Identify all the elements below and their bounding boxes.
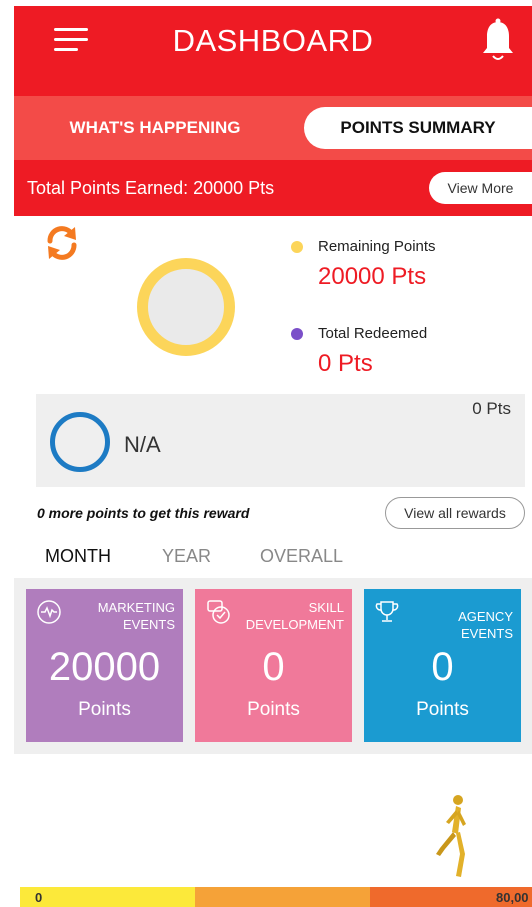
- tab-bar: WHAT'S HAPPENING POINTS SUMMARY: [14, 96, 532, 160]
- tab-whats-happening[interactable]: WHAT'S HAPPENING: [14, 96, 296, 160]
- points-donut-chart: [137, 258, 235, 356]
- card-title: SKILL DEVELOPMENT: [245, 600, 344, 632]
- card-unit: Points: [247, 699, 300, 720]
- remaining-points-dot: [291, 241, 303, 253]
- view-all-rewards-button[interactable]: View all rewards: [385, 497, 525, 529]
- period-tab-year[interactable]: YEAR: [162, 546, 211, 567]
- marketing-events-card[interactable]: MARKETING EVENTS 20000 Points: [26, 589, 183, 742]
- bell-icon[interactable]: [481, 18, 515, 64]
- trophy-icon: [375, 601, 399, 622]
- progress-end-label: 80,00: [496, 890, 529, 905]
- total-redeemed-dot: [291, 328, 303, 340]
- agency-events-card[interactable]: AGENCY EVENTS 0 Points: [364, 589, 521, 742]
- total-points-text: Total Points Earned: 20000 Pts: [27, 178, 275, 198]
- remaining-points-value: 20000 Pts: [318, 263, 427, 290]
- card-unit: Points: [78, 699, 131, 720]
- progress-segment-1: [20, 887, 195, 907]
- card-title: AGENCY EVENTS: [458, 609, 513, 641]
- progress-segment-2: [195, 887, 370, 907]
- more-points-text: 0 more points to get this reward: [37, 505, 250, 521]
- reward-progress-ring: [50, 412, 110, 472]
- refresh-icon[interactable]: [44, 224, 80, 262]
- card-title: MARKETING EVENTS: [97, 600, 175, 632]
- runner-figure-icon: [436, 795, 466, 877]
- view-more-button[interactable]: View More: [429, 172, 532, 204]
- card-value: 0: [262, 645, 285, 689]
- reward-card[interactable]: N/A 0 Pts: [36, 394, 525, 487]
- remaining-points-label: Remaining Points: [318, 238, 436, 255]
- app-header: DASHBOARD: [14, 6, 532, 96]
- card-unit: Points: [416, 699, 469, 720]
- badge-check-icon: [207, 600, 230, 624]
- progress-start-label: 0: [35, 890, 43, 905]
- period-tab-overall[interactable]: OVERALL: [260, 546, 343, 567]
- skill-development-card[interactable]: SKILL DEVELOPMENT 0 Points: [195, 589, 352, 742]
- reward-name: N/A: [124, 432, 161, 457]
- page-title: DASHBOARD: [172, 23, 374, 58]
- total-redeemed-label: Total Redeemed: [318, 325, 428, 342]
- tab-points-summary[interactable]: POINTS SUMMARY: [304, 107, 532, 149]
- reward-points: 0 Pts: [472, 399, 511, 418]
- period-tab-month[interactable]: MONTH: [45, 546, 111, 567]
- total-points-bar: Total Points Earned: 20000 Pts View More: [14, 160, 532, 216]
- heartbeat-icon: [37, 600, 61, 624]
- total-redeemed-value: 0 Pts: [318, 350, 373, 377]
- card-value: 0: [431, 645, 454, 689]
- card-value: 20000: [48, 645, 161, 689]
